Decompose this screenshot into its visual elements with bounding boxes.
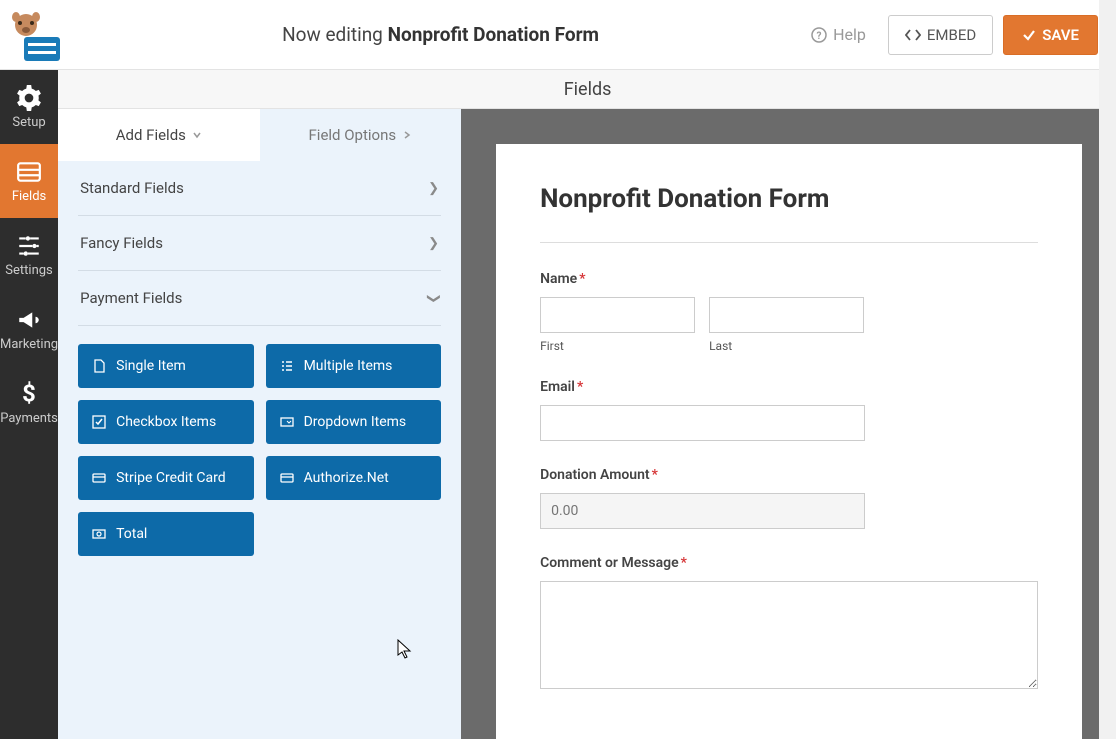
checkbox-icon: [92, 415, 106, 429]
app-logo: [8, 11, 70, 65]
editing-prefix: Now editing: [282, 23, 388, 46]
required-mark: *: [652, 467, 658, 483]
editing-title: Now editing Nonprofit Donation Form: [70, 23, 811, 46]
group-fancy-fields[interactable]: Fancy Fields ❯: [78, 216, 441, 271]
bullhorn-icon: [16, 307, 42, 333]
donation-label: Donation Amount*: [540, 467, 1038, 483]
first-name-input[interactable]: [540, 297, 695, 333]
form-preview: Nonprofit Donation Form Name* First: [496, 144, 1082, 739]
left-nav: Setup Fields Settings Marketing $ Paymen…: [0, 70, 58, 739]
chevron-right-icon: ❯: [428, 236, 439, 251]
fields-panel: Add Fields Field Options Standard Fields…: [58, 109, 461, 739]
email-input[interactable]: [540, 405, 865, 441]
gear-icon: [16, 85, 42, 111]
field-total[interactable]: Total: [78, 512, 254, 556]
svg-text:?: ?: [817, 31, 822, 42]
money-icon: [92, 527, 106, 541]
check-icon: [1022, 28, 1036, 42]
name-field[interactable]: Name* First Last: [540, 271, 1038, 353]
field-single-item[interactable]: Single Item: [78, 344, 254, 388]
chevron-right-icon: ❯: [428, 181, 439, 196]
list-icon: [280, 359, 294, 373]
donation-input[interactable]: [540, 493, 865, 529]
field-authorize[interactable]: Authorize.Net: [266, 456, 442, 500]
sliders-icon: [16, 233, 42, 259]
comment-field[interactable]: Comment or Message*: [540, 555, 1038, 693]
top-actions: ? Help EMBED SAVE: [811, 15, 1098, 55]
last-sublabel: Last: [709, 339, 864, 353]
required-mark: *: [579, 271, 585, 287]
name-label: Name*: [540, 271, 1038, 287]
panel-tabs: Add Fields Field Options: [58, 109, 461, 161]
embed-button[interactable]: EMBED: [888, 15, 993, 55]
comment-label: Comment or Message*: [540, 555, 1038, 571]
payment-fields-grid: Single Item Multiple Items Checkbox Item…: [78, 326, 441, 574]
email-field[interactable]: Email*: [540, 379, 1038, 441]
tab-field-options[interactable]: Field Options: [260, 109, 462, 161]
card-icon: [92, 471, 106, 485]
nav-fields[interactable]: Fields: [0, 144, 58, 218]
group-payment-fields[interactable]: Payment Fields ❯: [78, 271, 441, 326]
donation-field[interactable]: Donation Amount*: [540, 467, 1038, 529]
required-mark: *: [681, 555, 687, 571]
page-scrollbar[interactable]: [1099, 0, 1116, 739]
top-bar: Now editing Nonprofit Donation Form ? He…: [0, 0, 1116, 70]
svg-text:$: $: [22, 381, 36, 407]
dollar-icon: $: [16, 381, 42, 407]
save-button[interactable]: SAVE: [1003, 15, 1098, 55]
nav-marketing[interactable]: Marketing: [0, 292, 58, 366]
field-multiple-items[interactable]: Multiple Items: [266, 344, 442, 388]
fields-icon: [16, 159, 42, 185]
dropdown-icon: [280, 415, 294, 429]
editing-form-name: Nonprofit Donation Form: [388, 23, 599, 46]
chevron-down-icon: ❯: [426, 293, 441, 304]
tab-add-fields[interactable]: Add Fields: [58, 109, 260, 161]
nav-settings[interactable]: Settings: [0, 218, 58, 292]
nav-setup[interactable]: Setup: [0, 70, 58, 144]
card-icon: [280, 471, 294, 485]
form-title: Nonprofit Donation Form: [540, 184, 1038, 243]
file-icon: [92, 359, 106, 373]
help-link[interactable]: ? Help: [811, 25, 866, 44]
panel-header: Fields: [58, 70, 1116, 109]
chevron-down-icon: [192, 130, 202, 140]
first-sublabel: First: [540, 339, 695, 353]
comment-textarea[interactable]: [540, 581, 1038, 689]
field-checkbox-items[interactable]: Checkbox Items: [78, 400, 254, 444]
form-canvas: Nonprofit Donation Form Name* First: [461, 109, 1116, 739]
help-icon: ?: [811, 27, 827, 43]
chevron-right-icon: [402, 130, 412, 140]
field-stripe[interactable]: Stripe Credit Card: [78, 456, 254, 500]
field-dropdown-items[interactable]: Dropdown Items: [266, 400, 442, 444]
nav-payments[interactable]: $ Payments: [0, 366, 58, 440]
email-label: Email*: [540, 379, 1038, 395]
last-name-input[interactable]: [709, 297, 864, 333]
group-standard-fields[interactable]: Standard Fields ❯: [78, 161, 441, 216]
embed-icon: [905, 28, 921, 42]
required-mark: *: [577, 379, 583, 395]
